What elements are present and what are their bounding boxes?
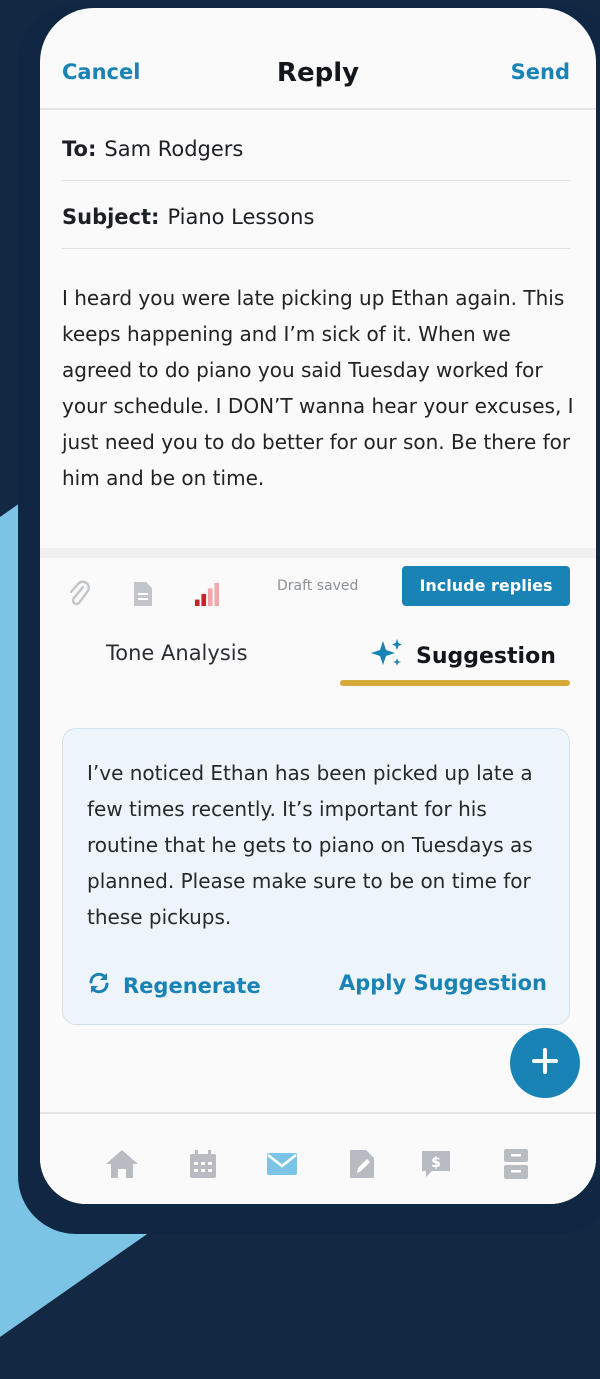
- send-button[interactable]: Send: [511, 60, 570, 84]
- header: Reply Cancel Send: [40, 8, 596, 110]
- tone-meter-icon[interactable]: [194, 578, 220, 610]
- plus-icon: [530, 1046, 560, 1080]
- bottom-nav: $: [40, 1112, 596, 1204]
- document-icon[interactable]: [130, 578, 156, 610]
- regenerate-button[interactable]: Regenerate: [87, 971, 261, 1000]
- message-body[interactable]: I heard you were late picking up Ethan a…: [62, 280, 574, 496]
- journal-icon[interactable]: [344, 1146, 380, 1182]
- to-value: Sam Rodgers: [104, 137, 244, 161]
- to-field[interactable]: To: Sam Rodgers: [62, 114, 570, 181]
- paperclip-icon[interactable]: [66, 578, 92, 610]
- home-icon[interactable]: [104, 1146, 140, 1182]
- subject-value: Piano Lessons: [167, 205, 315, 229]
- active-tab-indicator: [340, 680, 570, 686]
- info-bank-icon[interactable]: [498, 1146, 534, 1182]
- calendar-icon[interactable]: [185, 1146, 221, 1182]
- suggestion-text: I’ve noticed Ethan has been picked up la…: [87, 761, 533, 929]
- apply-suggestion-button[interactable]: Apply Suggestion: [339, 971, 547, 995]
- tab-suggestion-label: Suggestion: [416, 643, 556, 669]
- tab-tone-analysis[interactable]: Tone Analysis: [106, 641, 248, 665]
- to-label: To:: [62, 137, 97, 161]
- section-divider: [40, 548, 596, 558]
- reply-screen: Reply Cancel Send To: Sam Rodgers Subject…: [40, 8, 596, 1204]
- draft-status: Draft saved: [277, 578, 359, 594]
- regenerate-label: Regenerate: [123, 973, 261, 998]
- tab-suggestion[interactable]: Suggestion: [370, 638, 556, 674]
- subject-field[interactable]: Subject: Piano Lessons: [62, 182, 570, 249]
- add-button[interactable]: [510, 1028, 580, 1098]
- suggestion-card: I’ve noticed Ethan has been picked up la…: [62, 728, 570, 1025]
- cancel-button[interactable]: Cancel: [62, 60, 140, 84]
- include-replies-button[interactable]: Include replies: [402, 566, 570, 606]
- svg-text:$: $: [431, 1155, 441, 1171]
- messages-icon[interactable]: [264, 1146, 300, 1182]
- sparkle-icon: [370, 638, 404, 674]
- expenses-icon[interactable]: $: [418, 1146, 454, 1182]
- refresh-icon: [87, 971, 111, 1000]
- subject-label: Subject:: [62, 205, 160, 229]
